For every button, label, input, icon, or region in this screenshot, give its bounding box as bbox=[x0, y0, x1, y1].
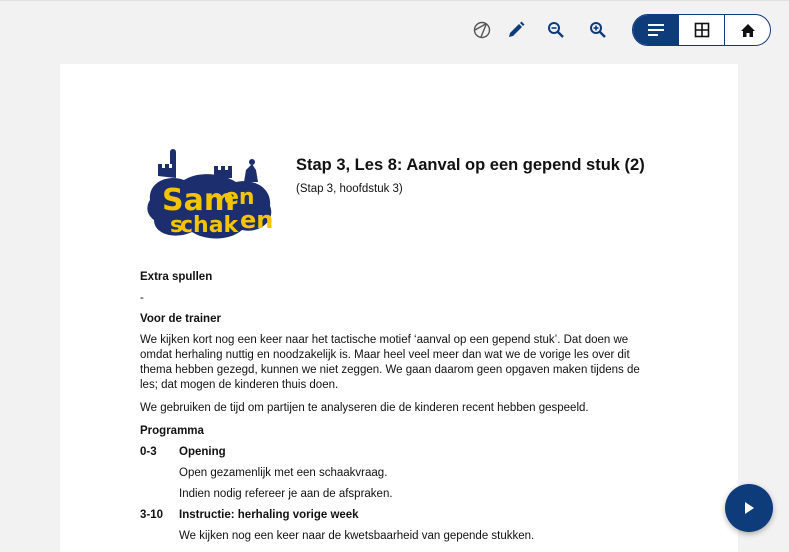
list-view-icon bbox=[647, 24, 664, 36]
list-view-button[interactable] bbox=[633, 15, 678, 45]
eraser-icon[interactable] bbox=[468, 16, 496, 44]
program-line: Open gezamenlijk met een schaakvraag. bbox=[179, 467, 388, 479]
program-item: 3-10 Instructie: herhaling vorige week bbox=[140, 508, 660, 523]
toolbar bbox=[0, 0, 789, 62]
pencil-icon[interactable] bbox=[502, 16, 530, 44]
svg-text:s: s bbox=[170, 213, 183, 238]
program-heading: Programma bbox=[140, 425, 204, 437]
samen-schaken-logo: Sam en chak en s bbox=[144, 148, 280, 244]
svg-text:chak: chak bbox=[180, 213, 240, 238]
program-label: Instructie: herhaling vorige week bbox=[179, 509, 359, 521]
grid-view-button[interactable] bbox=[678, 15, 724, 45]
zoom-in-icon[interactable] bbox=[584, 16, 612, 44]
page-subtitle: (Stap 3, hoofdstuk 3) bbox=[296, 183, 403, 195]
grid-view-icon bbox=[694, 22, 709, 38]
extra-value: - bbox=[140, 292, 144, 304]
home-button[interactable] bbox=[724, 15, 770, 45]
program-item: 0-3 Opening bbox=[140, 445, 660, 460]
play-button[interactable] bbox=[725, 484, 773, 532]
zoom-out-icon[interactable] bbox=[542, 16, 570, 44]
program-time: 0-3 bbox=[140, 446, 157, 458]
program-line: We kijken nog een keer naar de kwetsbaar… bbox=[179, 530, 535, 542]
trainer-paragraph-2: We gebruiken de tijd om partijen te anal… bbox=[140, 402, 589, 414]
program-time: 3-10 bbox=[140, 509, 164, 521]
extra-heading: Extra spullen bbox=[140, 271, 213, 283]
home-icon bbox=[740, 23, 755, 37]
play-icon bbox=[745, 502, 754, 514]
trainer-paragraph-1: We kijken kort nog een keer naar het tac… bbox=[140, 334, 640, 391]
svg-text:en: en bbox=[240, 206, 273, 234]
program-line: Indien nodig refereer je aan de afsprake… bbox=[179, 488, 393, 500]
document-body: Extra spullen - Voor de trainer We kijke… bbox=[140, 270, 660, 550]
document-page: Sam en chak en s Stap 3, Les 8: Aanval o… bbox=[60, 64, 738, 552]
page-title: Stap 3, Les 8: Aanval op een gepend stuk… bbox=[296, 156, 645, 174]
trainer-heading: Voor de trainer bbox=[140, 313, 221, 325]
program-label: Opening bbox=[179, 446, 226, 458]
view-mode-switch bbox=[632, 14, 771, 46]
